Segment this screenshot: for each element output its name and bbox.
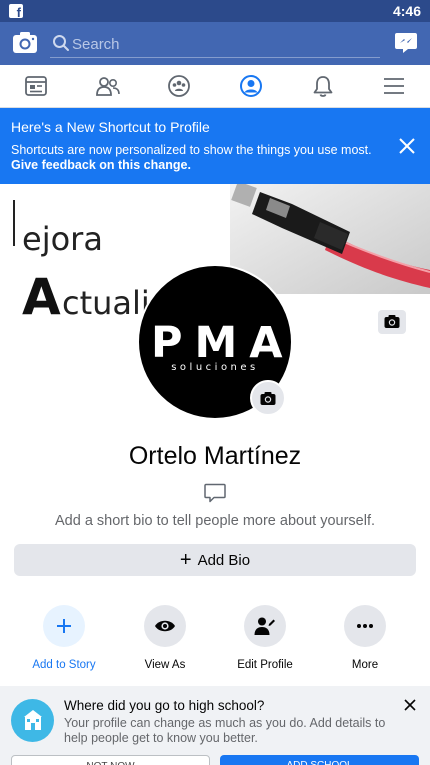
add-bio-label: Add Bio [197, 551, 251, 569]
search-icon [53, 35, 69, 51]
bio-prompt: Add a short bio to tell people more abou… [55, 513, 375, 529]
profile-icon [239, 75, 262, 97]
close-icon[interactable] [404, 698, 416, 711]
close-icon[interactable] [398, 137, 416, 155]
edit-profile-button[interactable]: Edit Profile [220, 605, 310, 671]
camera-icon [384, 315, 400, 328]
edit-profile-icon [244, 605, 286, 647]
view-as-label: View As [144, 659, 186, 671]
friends-icon [95, 77, 120, 96]
tab-profile[interactable] [215, 65, 287, 107]
more-label: More [351, 659, 379, 671]
status-time: 4:46 [392, 3, 421, 19]
cover-text-letter: A [22, 268, 61, 326]
high-school-suggestion-card: Where did you go to high school? Your pr… [0, 686, 430, 765]
view-as-button[interactable]: View As [120, 605, 210, 671]
add-bio-button[interactable]: + Add Bio [14, 544, 416, 576]
profile-name: Ortelo Martínez [128, 442, 302, 470]
avatar-logo-subtext: soluciones [171, 362, 259, 373]
facebook-icon: f [9, 4, 23, 19]
add-to-story-button[interactable]: Add to Story [19, 605, 109, 671]
camera-icon[interactable] [12, 30, 38, 56]
plus-icon [43, 605, 85, 647]
messenger-icon[interactable] [394, 31, 418, 55]
status-bar: f 4:46 [0, 0, 430, 22]
edit-profile-label: Edit Profile [237, 659, 293, 671]
feedback-link[interactable]: Give feedback on this change. [11, 158, 391, 173]
banner-text: Shortcuts are now personalized to show t… [11, 143, 391, 173]
plus-icon: + [179, 549, 192, 571]
cover-text-line1: ejora [22, 220, 103, 258]
cover-divider [13, 200, 15, 246]
tab-friends[interactable] [72, 65, 144, 107]
school-icon [11, 699, 54, 742]
add-school-button[interactable]: ADD SCHOOL [220, 755, 419, 765]
search-input[interactable] [72, 32, 372, 56]
notifications-icon [313, 76, 332, 97]
speech-bubble-icon [204, 483, 226, 503]
banner-title: Here's a New Shortcut to Profile [11, 119, 210, 135]
search-bar [50, 30, 380, 58]
avatar-logo-text: PMA [151, 318, 295, 368]
not-now-button[interactable]: NOT NOW [11, 755, 210, 765]
search-header [0, 22, 430, 65]
camera-icon [260, 392, 276, 405]
tab-bar [0, 65, 430, 108]
tab-groups[interactable] [143, 65, 215, 107]
cover-text-line2: ctuali [62, 284, 150, 322]
more-icon [344, 605, 386, 647]
news-feed-icon [24, 76, 47, 96]
more-button[interactable]: More [320, 605, 410, 671]
add-to-story-label: Add to Story [32, 659, 96, 671]
cover-camera-button[interactable] [378, 310, 406, 334]
card-text: Your profile can change as much as you d… [64, 716, 386, 745]
menu-icon [384, 78, 405, 94]
banner-message: Shortcuts are now personalized to show t… [11, 143, 372, 157]
tab-notifications[interactable] [287, 65, 359, 107]
shortcut-banner: Here's a New Shortcut to Profile Shortcu… [0, 108, 430, 184]
groups-icon [168, 75, 191, 97]
card-title: Where did you go to high school? [64, 698, 265, 713]
tab-news-feed[interactable] [0, 65, 72, 107]
eye-icon [144, 605, 186, 647]
profile-picture-camera-button[interactable] [250, 380, 286, 416]
tab-menu[interactable] [358, 65, 430, 107]
